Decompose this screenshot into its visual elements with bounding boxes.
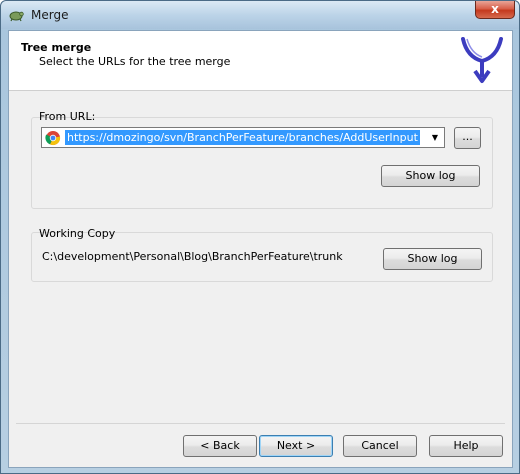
header-subtitle: Select the URLs for the tree merge (39, 55, 231, 68)
header-title: Tree merge (21, 41, 92, 54)
help-button[interactable]: Help (429, 435, 503, 457)
title-bar[interactable]: Merge x (1, 1, 519, 29)
working-copy-label: Working Copy (39, 227, 116, 240)
browser-icon (45, 130, 61, 146)
merge-dialog: Merge x Tree merge Select the URLs for t… (0, 0, 520, 474)
chevron-down-icon[interactable]: ▼ (428, 131, 442, 145)
close-button[interactable]: x (475, 1, 515, 19)
cancel-button[interactable]: Cancel (343, 435, 417, 457)
tortoise-icon (8, 7, 24, 23)
from-url-label: From URL: (39, 110, 96, 123)
back-button[interactable]: < Back (183, 435, 257, 457)
footer-separator (16, 423, 505, 424)
next-button[interactable]: Next > (259, 435, 333, 457)
from-url-combobox[interactable]: https://dmozingo/svn/BranchPerFeature/br… (41, 127, 445, 148)
working-copy-path: C:\development\Personal\Blog\BranchPerFe… (42, 250, 343, 263)
window-title: Merge (31, 8, 69, 22)
wizard-header: Tree merge Select the URLs for the tree … (9, 31, 512, 91)
from-url-show-log-button[interactable]: Show log (381, 165, 480, 187)
browse-url-button[interactable]: ... (454, 127, 481, 149)
merge-arrow-icon (457, 35, 507, 85)
from-url-value[interactable]: https://dmozingo/svn/BranchPerFeature/br… (65, 130, 420, 145)
dialog-body: Tree merge Select the URLs for the tree … (8, 30, 513, 468)
working-copy-show-log-button[interactable]: Show log (383, 248, 482, 270)
